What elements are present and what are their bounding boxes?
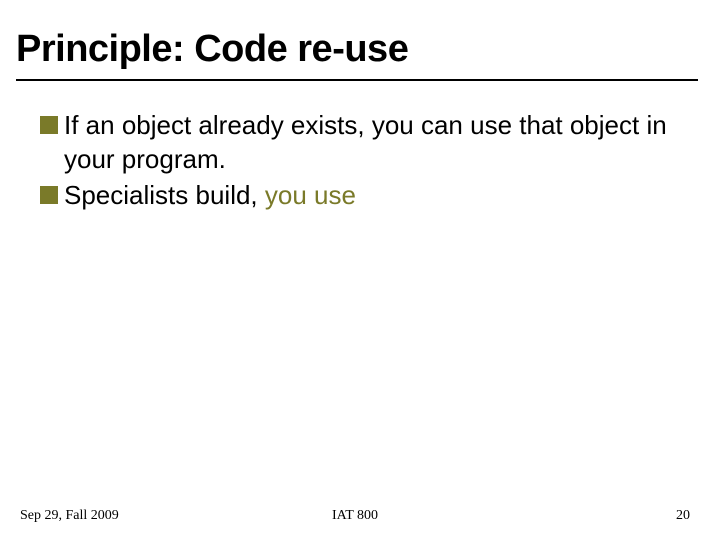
footer-course: IAT 800 (243, 508, 466, 524)
bullet-square-icon (40, 186, 58, 204)
slide-title: Principle: Code re-use (0, 0, 720, 79)
footer-page-number: 20 (467, 508, 690, 524)
bullet-item: Specialists build, you use (40, 179, 680, 213)
bullet-text: If an object already exists, you can use… (64, 109, 680, 177)
bullet-item: If an object already exists, you can use… (40, 109, 680, 177)
slide-content: If an object already exists, you can use… (0, 81, 720, 212)
footer-date: Sep 29, Fall 2009 (20, 508, 243, 524)
bullet-text: Specialists build, you use (64, 179, 356, 213)
slide-footer: Sep 29, Fall 2009 IAT 800 20 (0, 508, 720, 524)
bullet-square-icon (40, 116, 58, 134)
